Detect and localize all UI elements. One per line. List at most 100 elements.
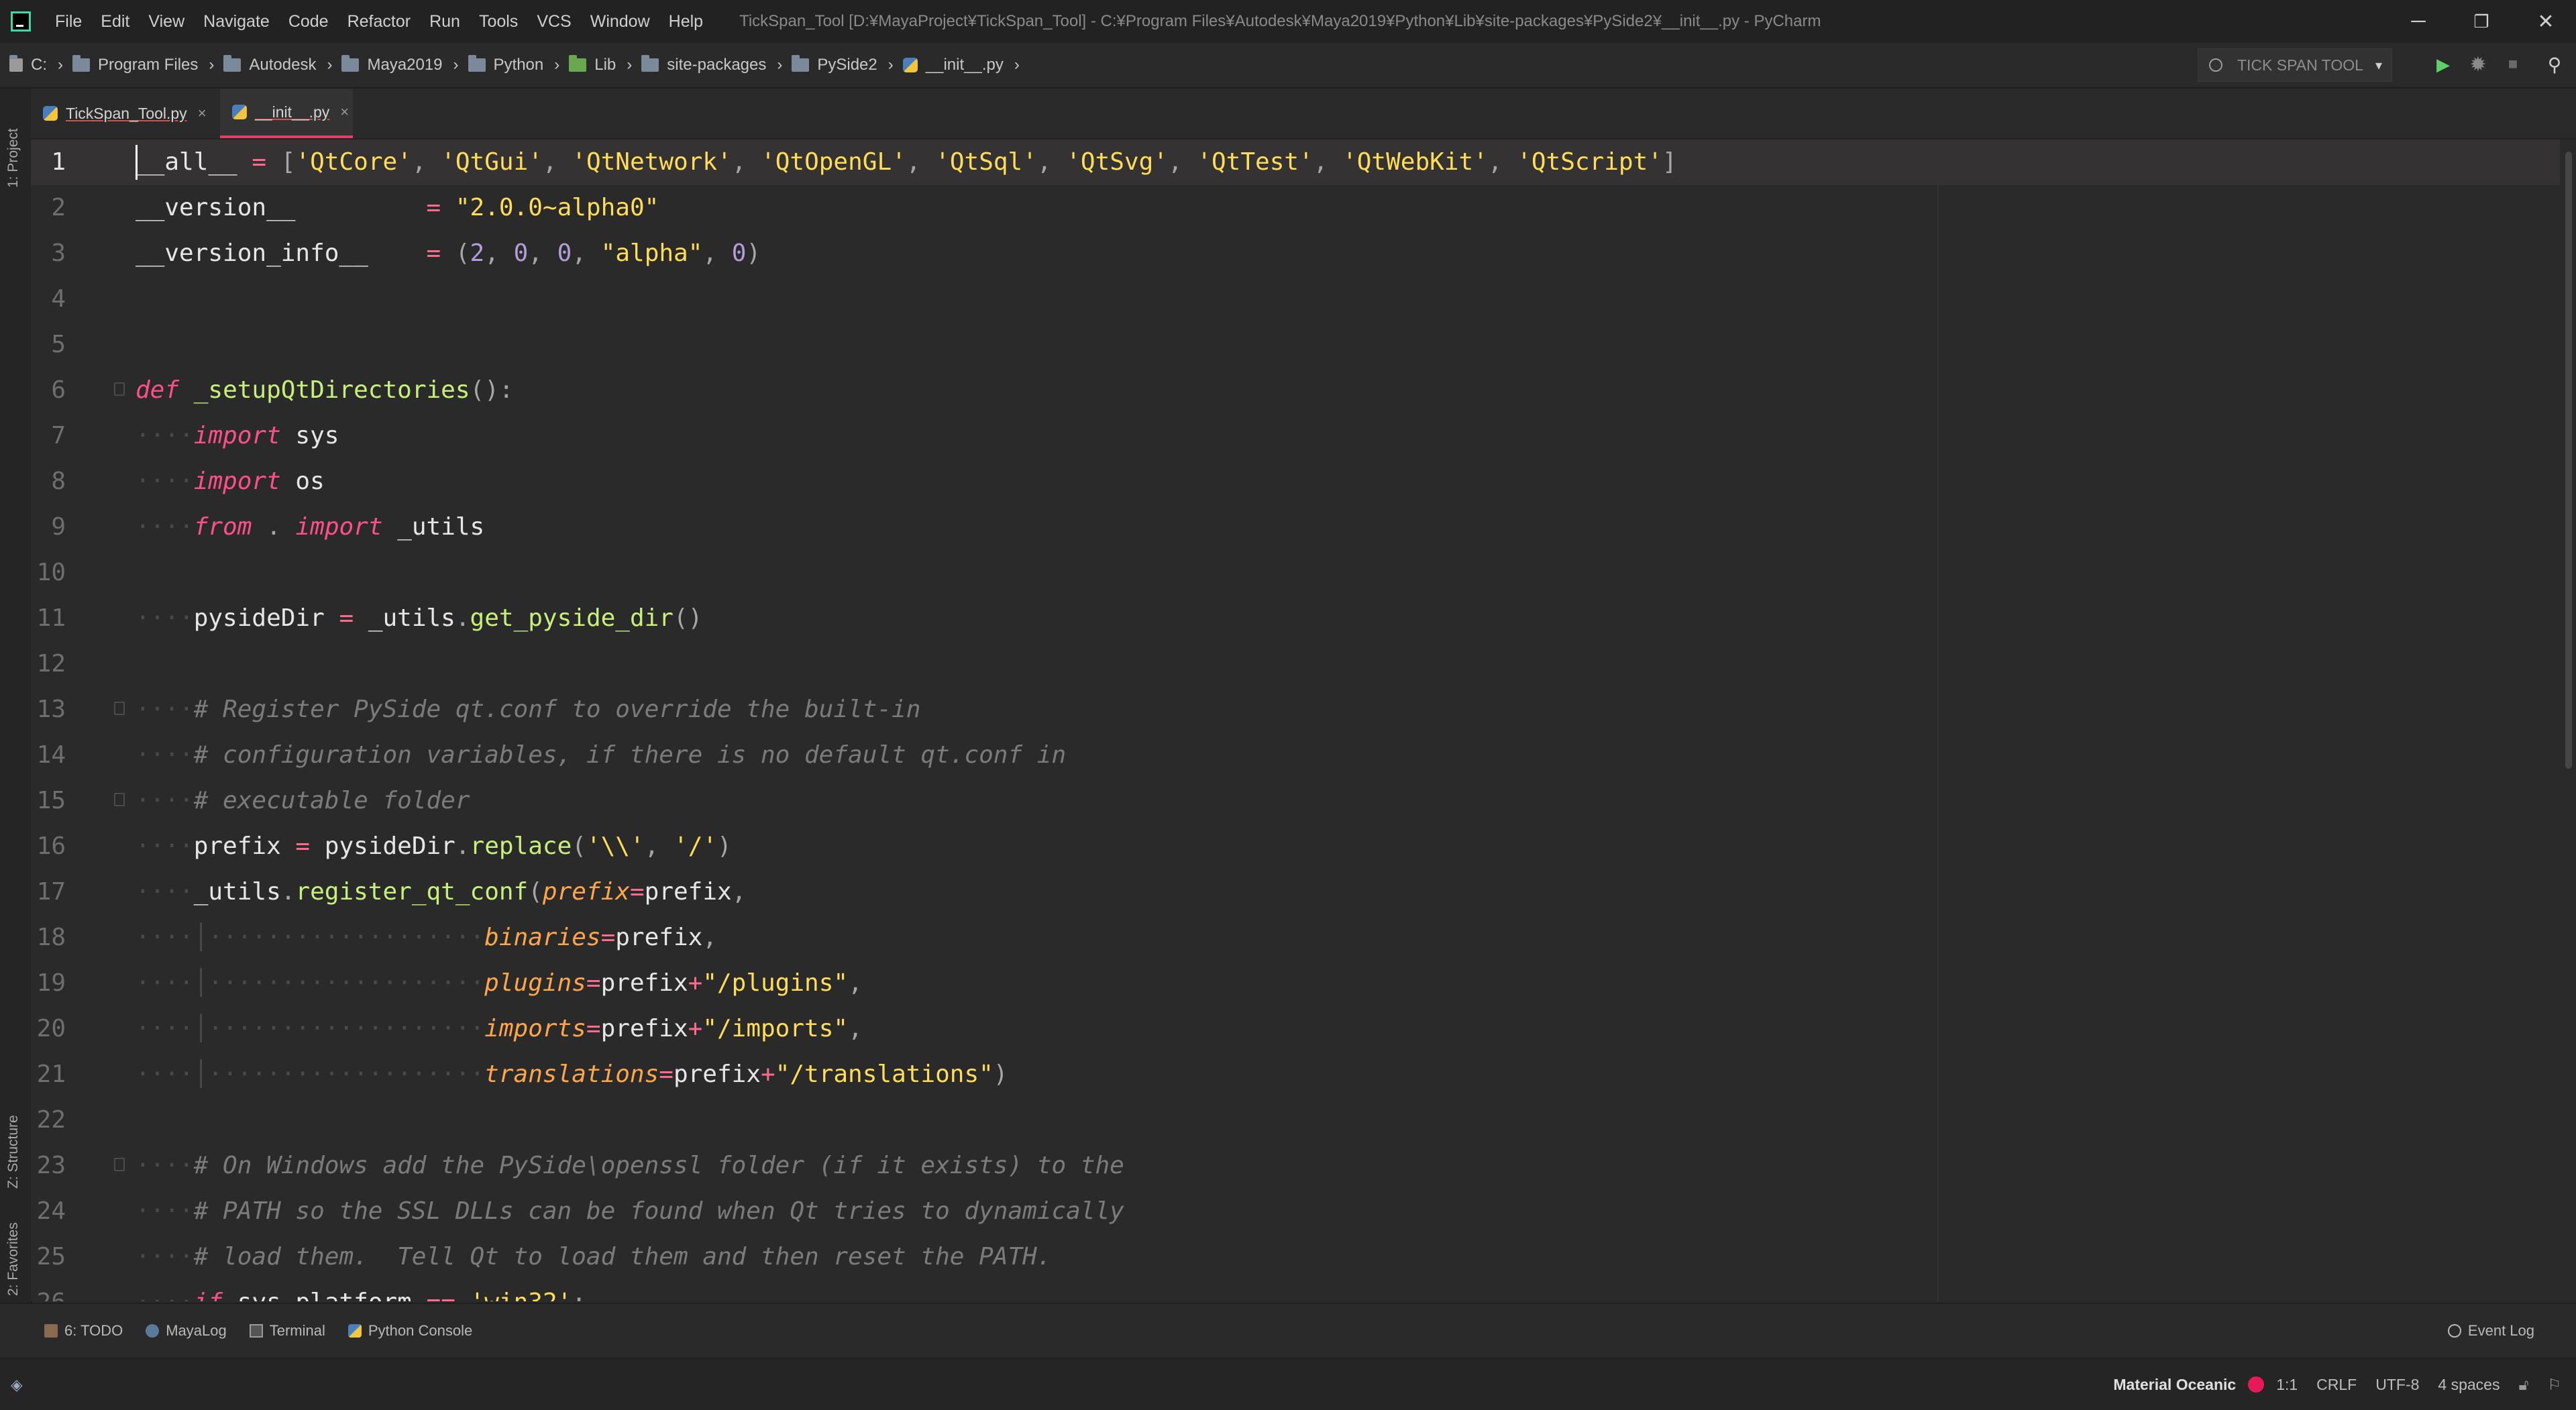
line-text: ····│···················imports=prefix+"… [136,1015,863,1042]
breadcrumb-label: site-packages [667,56,767,74]
close-tab-icon[interactable]: × [340,103,349,121]
line-number: 4 [51,285,66,313]
folder-icon [468,55,486,72]
code-line: 11 ····pysideDir = _utils.get_pyside_dir… [31,596,2560,641]
breadcrumb-pyside2[interactable]: PySide2 › [792,55,894,74]
indent-setting[interactable]: 4 spaces [2438,1376,2500,1394]
breadcrumb-site-packages[interactable]: site-packages › [641,55,782,74]
todo-tool-button[interactable]: 6: TODO [44,1322,123,1340]
theme-indicator[interactable]: Material Oceanic [2113,1376,2236,1394]
close-window-button[interactable]: ✕ [2516,0,2576,43]
fold-icon[interactable] [114,702,125,715]
code-line: 21 ····│···················translations=… [31,1052,2560,1097]
breadcrumb-lib[interactable]: Lib › [569,55,633,74]
minimize-button[interactable]: ─ [2388,0,2449,43]
tool-label: 6: TODO [64,1322,123,1339]
line-text: ····import sys [136,422,339,449]
pycharm-logo-icon [11,11,31,32]
breadcrumb-init-file[interactable]: __init__.py › [902,56,1020,74]
code-line: 19 ····│···················plugins=prefi… [31,961,2560,1006]
line-number: 16 [36,832,66,860]
breadcrumb-label: Program Files [98,56,199,74]
debug-button[interactable]: ✹ [2466,52,2490,76]
restore-button[interactable]: ❐ [2451,0,2512,43]
line-number: 12 [36,650,66,677]
chevron-right-icon: › [209,56,215,74]
file-encoding[interactable]: UTF-8 [2375,1376,2419,1394]
python-file-icon [43,106,58,121]
code-line: 16 ····prefix = pysideDir.replace('\\', … [31,824,2560,869]
lock-icon[interactable]: 🔓︎ [2518,1376,2528,1394]
menu-navigate[interactable]: Navigate [194,0,279,43]
code-line: 8 ····import os [31,459,2560,504]
structure-tool-tab[interactable]: Z: Structure [5,1115,21,1189]
chevron-down-icon: ▾ [2375,58,2382,73]
theme-color-icon[interactable] [2248,1376,2265,1393]
breadcrumb-autodesk[interactable]: Autodesk › [223,55,333,74]
project-tool-tab[interactable]: 1: Project [5,128,21,188]
menu-code[interactable]: Code [279,0,338,43]
menu-window[interactable]: Window [581,0,659,43]
stop-button[interactable]: ■ [2501,52,2525,76]
breadcrumb-label: __init__.py [925,56,1004,74]
code-line: 17 ····_utils.register_qt_conf(prefix=pr… [31,869,2560,915]
menu-run[interactable]: Run [420,0,470,43]
line-text: ····pysideDir = _utils.get_pyside_dir() [136,604,703,632]
line-text: ····# load them. Tell Qt to load them an… [136,1243,1052,1270]
run-configuration-select[interactable]: TICK SPAN TOOL ▾ [2198,48,2392,82]
breadcrumb-drive[interactable]: C: › [9,55,63,74]
fold-icon[interactable] [114,1158,125,1171]
favorites-tool-tab[interactable]: 2: Favorites [5,1222,21,1296]
chevron-right-icon: › [627,56,633,74]
fold-icon[interactable] [114,793,125,806]
tab-tickspan-tool[interactable]: TickSpan_Tool.py × [31,89,217,138]
breadcrumb-maya2019[interactable]: Maya2019 › [341,55,459,74]
code-line: 24 ····# PATH so the SSL DLLs can be fou… [31,1189,2560,1234]
menu-file[interactable]: File [46,0,91,43]
code-editor[interactable]: 1 __all__ = ['QtCore', 'QtGui', 'QtNetwo… [31,140,2576,1301]
terminal-tool-button[interactable]: Terminal [249,1322,325,1340]
line-text: ····# configuration variables, if there … [136,741,1067,769]
menu-vcs[interactable]: VCS [527,0,580,43]
menu-help[interactable]: Help [659,0,712,43]
line-separator[interactable]: CRLF [2316,1376,2357,1394]
fold-icon[interactable] [114,382,125,396]
python-console-tool-button[interactable]: Python Console [347,1322,472,1340]
menu-refactor[interactable]: Refactor [338,0,420,43]
run-button[interactable]: ▶ [2431,52,2455,76]
line-number: 20 [36,1015,66,1042]
notifications-icon[interactable]: ⚐ [2547,1376,2561,1394]
line-number: 3 [51,239,66,267]
tool-window-bar: 6: TODO MayaLog Terminal Python Console … [0,1303,2576,1358]
menu-edit[interactable]: Edit [91,0,139,43]
tab-init-py[interactable]: __init__.py × [220,89,353,138]
breadcrumb-python[interactable]: Python › [468,55,559,74]
line-number: 26 [31,1280,66,1301]
vertical-scrollbar[interactable] [2565,152,2572,769]
search-icon[interactable]: ⚲ [2542,52,2567,76]
code-line: 9 ····from . import _utils [31,504,2560,550]
code-line: 22 [31,1097,2560,1143]
code-line: 13 ····# Register PySide qt.conf to over… [31,687,2560,733]
line-text: ····# PATH so the SSL DLLs can be found … [136,1197,1124,1225]
chevron-right-icon: › [327,56,333,74]
event-log-button[interactable]: Event Log [2447,1322,2534,1340]
line-number: 25 [36,1243,66,1270]
close-tab-icon[interactable]: × [198,105,207,122]
layers-icon[interactable]: ◈ [11,1376,23,1394]
folder-icon [223,55,241,72]
breadcrumb-program-files[interactable]: Program Files › [72,55,215,74]
menu-view[interactable]: View [139,0,194,43]
folder-icon [72,55,90,72]
code-line: 10 [31,550,2560,596]
line-number: 19 [36,969,66,997]
mayalog-tool-button[interactable]: MayaLog [146,1322,227,1340]
terminal-icon [249,1324,263,1338]
breadcrumb-label: Maya2019 [367,56,443,74]
menu-tools[interactable]: Tools [470,0,527,43]
code-line: 3 __version_info__ = (2, 0, 0, "alpha", … [31,231,2560,276]
code-line: 12 [31,641,2560,687]
text-cursor [136,145,138,180]
caret-position[interactable]: 1:1 [2276,1376,2298,1394]
line-number: 13 [36,696,66,723]
